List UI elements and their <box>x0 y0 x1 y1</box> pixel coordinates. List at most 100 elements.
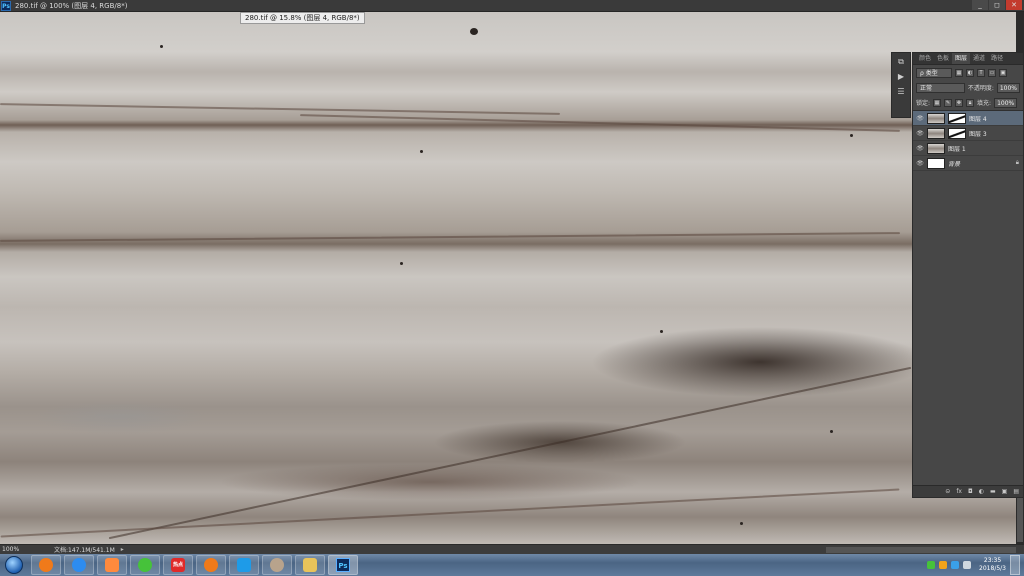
visibility-eye-icon[interactable]: 👁︎ <box>916 160 924 167</box>
layer-mask-thumbnail[interactable] <box>948 112 966 124</box>
taskbar-app-browser-2[interactable] <box>196 555 226 575</box>
status-menu-arrow-icon[interactable]: ▸ <box>121 546 124 553</box>
tab-channels[interactable]: 通道 <box>970 53 988 64</box>
taskbar-app-browser[interactable] <box>31 555 61 575</box>
start-button[interactable] <box>0 554 28 576</box>
taskbar-app-wechat[interactable] <box>130 555 160 575</box>
lock-paint-icon[interactable]: ✎ <box>944 98 953 107</box>
close-button[interactable]: ✕ <box>1006 0 1022 10</box>
layer-list: 👁︎ 图层 4 👁︎ 图层 3 👁︎ 图层 1 👁︎ 背景 🔒︎ <box>913 110 1023 171</box>
texture-vein <box>0 103 560 115</box>
lock-transparent-icon[interactable]: ▦ <box>933 98 942 107</box>
taskbar-app-camera[interactable] <box>97 555 127 575</box>
photoshop-window: Ps 280.tif @ 100% (图层 4, RGB/8*) _ ◻ ✕ 2… <box>0 0 1024 576</box>
tab-paths[interactable]: 路径 <box>988 53 1006 64</box>
texture-speck <box>420 150 423 153</box>
layer-thumbnail <box>927 112 945 124</box>
photoshop-icon: Ps <box>336 558 350 572</box>
taskbar-app-image-viewer[interactable] <box>262 555 292 575</box>
opacity-input[interactable]: 100% <box>996 82 1020 93</box>
properties-icon[interactable]: ☰ <box>895 86 907 98</box>
layer-row-1[interactable]: 👁︎ 图层 1 <box>913 141 1023 156</box>
layer-name: 背景 <box>948 160 961 168</box>
tray-wechat-icon[interactable] <box>927 561 936 569</box>
fx-icon[interactable]: fx <box>956 488 962 495</box>
window-controls: _ ◻ ✕ <box>971 0 1022 11</box>
history-icon[interactable]: ⧉ <box>895 56 907 68</box>
clock-date: 2018/5/3 <box>979 565 1006 572</box>
restore-button[interactable]: ◻ <box>989 0 1005 10</box>
layer-name: 图层 4 <box>969 115 987 123</box>
texture-speck <box>660 330 663 333</box>
texture-speck <box>740 522 743 525</box>
texture-speck <box>470 28 478 35</box>
texture-vein <box>108 366 912 540</box>
filter-type-icon[interactable]: T <box>977 68 985 77</box>
taskbar-app-explorer[interactable] <box>295 555 325 575</box>
window-title: 280.tif @ 100% (图层 4, RGB/8*) <box>15 1 128 10</box>
taskbar-app-wave[interactable] <box>229 555 259 575</box>
status-bar: 100% 文档:147.1M/541.1M ▸ <box>0 544 1024 554</box>
play-icon[interactable]: ▶ <box>895 71 907 83</box>
adjustment-icon[interactable]: ◐ <box>979 488 984 495</box>
layers-panel: 颜色 色板 图层 通道 路径 ρ 类型 ▦ ◐ T ▭ ▣ 正常 不透明度: 1… <box>912 52 1024 498</box>
image-viewer-icon <box>270 558 284 572</box>
layer-row-4[interactable]: 👁︎ 图层 4 <box>913 111 1023 126</box>
filter-shape-icon[interactable]: ▭ <box>988 68 996 77</box>
windows-logo-icon <box>5 556 23 574</box>
netdisk-icon <box>72 558 86 572</box>
blend-mode-select[interactable]: 正常 <box>916 82 965 93</box>
zoom-level[interactable]: 100% <box>0 546 26 553</box>
windows-taskbar: 热点 Ps 23:35 2018/5/3 <box>0 554 1024 576</box>
visibility-eye-icon[interactable]: 👁︎ <box>916 115 924 122</box>
lock-label: 锁定: <box>916 100 931 107</box>
opacity-label: 不透明度: <box>967 85 994 92</box>
folder-icon <box>303 558 317 572</box>
scrollbar-thumb[interactable] <box>1017 492 1023 542</box>
minimize-button[interactable]: _ <box>972 0 988 10</box>
clock-time: 23:35 <box>983 557 1002 564</box>
filter-row: ρ 类型 ▦ ◐ T ▭ ▣ <box>913 65 1023 80</box>
taskbar-app-netdisk[interactable] <box>64 555 94 575</box>
filter-smart-icon[interactable]: ▣ <box>999 68 1007 77</box>
panel-tab-bar: 颜色 色板 图层 通道 路径 <box>913 53 1023 65</box>
taskbar-app-hotspot[interactable]: 热点 <box>163 555 193 575</box>
filter-pixel-icon[interactable]: ▦ <box>955 68 963 77</box>
new-layer-icon[interactable]: ▣ <box>1002 488 1008 495</box>
lock-icon: 🔒︎ <box>1015 159 1019 166</box>
lock-move-icon[interactable]: ✥ <box>955 98 964 107</box>
mask-icon[interactable]: ◘ <box>968 488 973 495</box>
tab-swatches[interactable]: 色板 <box>934 53 952 64</box>
layer-filter-select[interactable]: ρ 类型 <box>916 67 952 78</box>
fill-label: 填充: <box>977 100 992 107</box>
fill-input[interactable]: 100% <box>994 97 1018 108</box>
tab-layers[interactable]: 图层 <box>952 53 971 64</box>
layer-thumbnail <box>927 157 945 169</box>
browser-icon <box>39 558 53 572</box>
layer-row-3[interactable]: 👁︎ 图层 3 <box>913 126 1023 141</box>
filter-adjust-icon[interactable]: ◐ <box>966 68 974 77</box>
system-tray: 23:35 2018/5/3 <box>927 555 1024 575</box>
tray-volume-icon[interactable] <box>963 561 972 569</box>
lock-all-icon[interactable]: 🔒︎ <box>966 98 975 107</box>
folder-icon[interactable]: ▬ <box>990 488 996 495</box>
document-canvas[interactable] <box>0 12 1016 544</box>
system-clock[interactable]: 23:35 2018/5/3 <box>979 557 1006 573</box>
camera-icon <box>105 558 119 572</box>
taskbar-app-photoshop[interactable]: Ps <box>328 555 358 575</box>
texture-speck <box>830 430 833 433</box>
tray-network-icon[interactable] <box>951 561 960 569</box>
layer-mask-thumbnail[interactable] <box>948 127 966 139</box>
link-icon[interactable]: ⊝ <box>945 488 950 495</box>
layer-row-background[interactable]: 👁︎ 背景 🔒︎ <box>913 156 1023 171</box>
trash-icon[interactable]: ▤ <box>1013 488 1019 495</box>
layer-thumbnail <box>927 142 945 154</box>
visibility-eye-icon[interactable]: 👁︎ <box>916 145 924 152</box>
hotspot-icon: 热点 <box>171 558 185 572</box>
visibility-eye-icon[interactable]: 👁︎ <box>916 130 924 137</box>
photoshop-logo-icon: Ps <box>1 0 11 11</box>
show-desktop-button[interactable] <box>1010 555 1020 575</box>
tab-color[interactable]: 颜色 <box>916 53 934 64</box>
tray-app-icon[interactable] <box>939 561 948 569</box>
horizontal-scrollbar[interactable] <box>826 547 1016 553</box>
